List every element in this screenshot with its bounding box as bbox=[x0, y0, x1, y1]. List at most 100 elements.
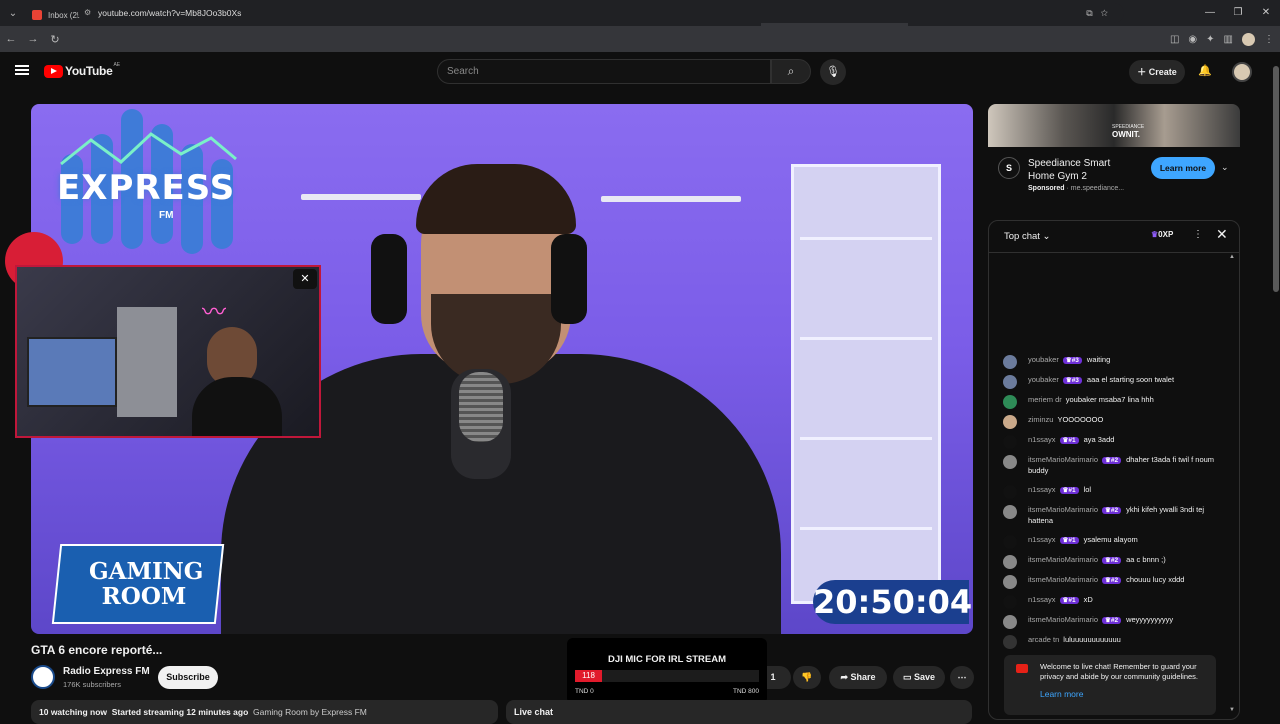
chat-badge-rank: #3 bbox=[1071, 377, 1079, 384]
chat-header: Top chat ⌄ ♛0XP ⋮ ✕ bbox=[989, 221, 1239, 253]
chat-author-avatar[interactable] bbox=[1003, 375, 1017, 389]
chat-author-name[interactable]: n1ssayx bbox=[1028, 485, 1056, 494]
bookmark-icon[interactable]: ⧉☆ bbox=[1086, 3, 1116, 23]
sponsored-ad[interactable]: SPEEDIANCE OWNIT. S Speediance Smart Hom… bbox=[988, 104, 1240, 200]
create-button[interactable]: ＋ Create bbox=[1129, 60, 1185, 84]
express-brand-text: EXPRESS bbox=[57, 168, 236, 208]
live-chat-toggle[interactable]: Live chat bbox=[506, 700, 972, 724]
chat-author-avatar[interactable] bbox=[1003, 435, 1017, 449]
chat-author-avatar[interactable] bbox=[1003, 415, 1017, 429]
search-input[interactable]: Search bbox=[437, 59, 771, 84]
subscriber-count: 176K subscribers bbox=[63, 680, 121, 689]
page-scrollbar[interactable] bbox=[1272, 52, 1280, 720]
like-count: 1 bbox=[770, 672, 776, 682]
chat-author-name[interactable]: itsmeMarioMarimario bbox=[1028, 455, 1098, 464]
chat-author-avatar[interactable] bbox=[1003, 455, 1017, 469]
chat-author-name[interactable]: ziminzu bbox=[1028, 415, 1053, 424]
chat-author-name[interactable]: itsmeMarioMarimario bbox=[1028, 505, 1098, 514]
chat-message-text: chouuu lucy xddd bbox=[1126, 575, 1185, 584]
chat-author-name[interactable]: n1ssayx bbox=[1028, 535, 1056, 544]
more-actions-icon[interactable]: ⋯ bbox=[950, 666, 974, 689]
chat-author-name[interactable]: n1ssayx bbox=[1028, 595, 1056, 604]
chat-author-name[interactable]: n1ssayx bbox=[1028, 435, 1056, 444]
puzzle-icon[interactable]: ✦ bbox=[1206, 34, 1214, 45]
chat-more-icon[interactable]: ⋮ bbox=[1193, 229, 1203, 240]
chat-badge-rank: #2 bbox=[1110, 617, 1119, 624]
dislike-icon[interactable]: 👎 bbox=[793, 666, 821, 689]
site-info-icon[interactable]: ⚙ bbox=[84, 3, 91, 23]
chat-author-name[interactable]: youbaker bbox=[1028, 375, 1059, 384]
search-placeholder: Search bbox=[447, 66, 479, 77]
chat-badge-rank: #1 bbox=[1068, 437, 1076, 444]
scroll-down-icon[interactable]: ▼ bbox=[1229, 707, 1235, 713]
ad-title[interactable]: Speediance Smart Home Gym 2 bbox=[1028, 157, 1138, 183]
chat-author-avatar[interactable] bbox=[1003, 615, 1017, 629]
chat-author-avatar[interactable] bbox=[1003, 555, 1017, 569]
share-label: Share bbox=[850, 672, 876, 682]
avatar[interactable] bbox=[1232, 62, 1252, 82]
chat-author-avatar[interactable] bbox=[1003, 485, 1017, 499]
chat-message: itsmeMarioMarimario ♛#2 aa c bnnn ;) bbox=[1003, 555, 1223, 569]
url-field[interactable]: ⚙ youtube.com/watch?v=Mb8JOo3b0Xs ⧉☆ bbox=[78, 3, 1124, 23]
channel-name[interactable]: Radio Express FM bbox=[63, 666, 150, 677]
channel-avatar[interactable] bbox=[31, 665, 55, 689]
back-icon[interactable]: ← bbox=[0, 33, 22, 45]
search-icon[interactable]: ⌕ bbox=[771, 59, 811, 84]
close-icon[interactable]: ✕ bbox=[1216, 226, 1228, 243]
chat-author-avatar[interactable] bbox=[1003, 575, 1017, 589]
description-box[interactable]: 10 watching now Started streaming 12 min… bbox=[31, 700, 498, 724]
donation-max: TND 800 bbox=[732, 688, 759, 695]
chevron-down-icon[interactable]: ⌄ bbox=[1221, 162, 1229, 173]
chat-author-name[interactable]: itsmeMarioMarimario bbox=[1028, 615, 1098, 624]
extension-icon[interactable]: ◫ bbox=[1170, 34, 1179, 45]
tab-search-icon[interactable]: ⌄ bbox=[0, 0, 26, 26]
chat-author-avatar[interactable] bbox=[1003, 355, 1017, 369]
voice-search-icon[interactable]: 🎙 bbox=[820, 59, 846, 85]
sidebar-icon[interactable]: ▥ bbox=[1224, 34, 1233, 45]
close-window-icon[interactable]: ✕ bbox=[1252, 0, 1280, 26]
chat-author-avatar[interactable] bbox=[1003, 635, 1017, 649]
notifications-icon[interactable]: 🔔 bbox=[1198, 64, 1212, 77]
chat-author-avatar[interactable] bbox=[1003, 535, 1017, 549]
xp-value: 0XP bbox=[1158, 230, 1174, 239]
chat-author-avatar[interactable] bbox=[1003, 505, 1017, 519]
cabinet-shelf bbox=[800, 527, 932, 530]
chat-author-avatar[interactable] bbox=[1003, 395, 1017, 409]
scroll-up-icon[interactable]: ▲ bbox=[1229, 254, 1235, 260]
share-button[interactable]: ➦ Share bbox=[829, 666, 887, 689]
scrollbar-thumb[interactable] bbox=[1273, 66, 1279, 292]
menu-icon[interactable] bbox=[15, 65, 29, 75]
top-chat-dropdown[interactable]: Top chat ⌄ bbox=[1004, 231, 1051, 242]
chat-member-badge: ♛#1 bbox=[1059, 537, 1079, 544]
profile-avatar[interactable] bbox=[1242, 32, 1255, 46]
maximize-icon[interactable]: ❐ bbox=[1224, 0, 1252, 26]
chat-member-badge: ♛#2 bbox=[1102, 457, 1122, 464]
xp-badge[interactable]: ♛0XP bbox=[1151, 230, 1173, 239]
donation-goal-widget: DJI MIC FOR IRL STREAM 118 TND 0 TND 800 bbox=[567, 638, 767, 704]
chat-author-name[interactable]: arcade tn bbox=[1028, 635, 1059, 644]
microphone bbox=[459, 372, 503, 442]
ad-learn-more-button[interactable]: Learn more bbox=[1151, 157, 1215, 179]
donation-goal-title: DJI MIC FOR IRL STREAM bbox=[607, 654, 727, 665]
minimize-icon[interactable]: — bbox=[1196, 0, 1224, 26]
chat-author-name[interactable]: meriem dr bbox=[1028, 395, 1062, 404]
chat-author-name[interactable]: youbaker bbox=[1028, 355, 1059, 364]
learn-more-link[interactable]: Learn more bbox=[1040, 689, 1083, 699]
subscribe-button[interactable]: Subscribe bbox=[158, 666, 218, 689]
youtube-logo[interactable]: YouTube AE bbox=[44, 62, 120, 78]
chat-author-name[interactable]: itsmeMarioMarimario bbox=[1028, 575, 1098, 584]
chat-message-text: xD bbox=[1083, 595, 1093, 604]
ad-image-brand: SPEEDIANCE bbox=[1112, 124, 1145, 130]
express-brand-sub: FM bbox=[159, 210, 174, 221]
reload-icon[interactable]: ↻ bbox=[44, 33, 66, 46]
chat-author-avatar[interactable] bbox=[1003, 595, 1017, 609]
picture-in-picture-cam: 〰 bbox=[15, 265, 321, 438]
save-button[interactable]: ▭ Save bbox=[893, 666, 945, 689]
chat-author-name[interactable]: itsmeMarioMarimario bbox=[1028, 555, 1098, 564]
forward-icon[interactable]: → bbox=[22, 33, 44, 45]
extension-icon[interactable]: ◉ bbox=[1188, 34, 1197, 45]
chat-message: itsmeMarioMarimario ♛#2 weyyyyyyyyyy bbox=[1003, 615, 1223, 629]
browser-menu-icon[interactable]: ⋮ bbox=[1264, 34, 1274, 45]
close-pip-icon[interactable]: ✕ bbox=[293, 269, 317, 289]
stream-timer: 20:50:04 bbox=[813, 580, 972, 624]
